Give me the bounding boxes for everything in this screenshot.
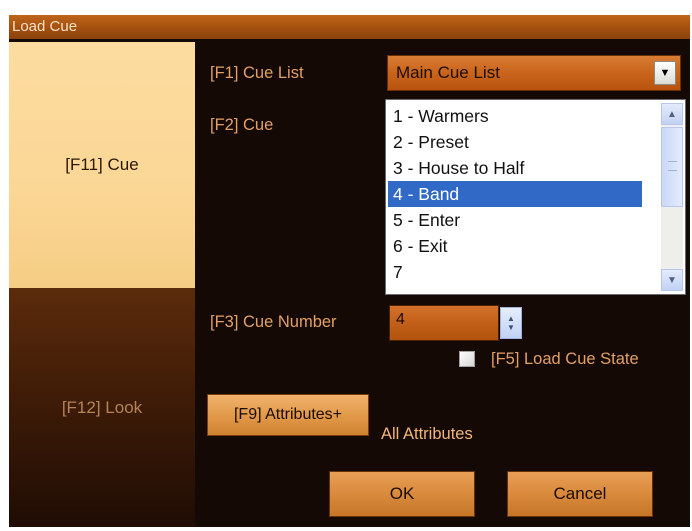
attributes-button[interactable]: [F9] Attributes+ <box>207 394 369 436</box>
cue-number-value: 4 <box>396 311 405 328</box>
tab-look-label: [F12] Look <box>61 397 143 417</box>
cue-list-items: 1 - Warmers 2 - Preset 3 - House to Half 4 … <box>388 103 642 285</box>
cue-number-input[interactable]: 4 <box>389 305 499 341</box>
cancel-button[interactable]: Cancel <box>507 471 653 517</box>
load-cue-state-checkbox[interactable] <box>459 351 475 367</box>
window-title: Load Cue <box>12 18 78 35</box>
spin-up-icon[interactable]: ▲ <box>507 314 515 323</box>
attributes-value: All Attributes <box>381 425 473 443</box>
scroll-thumb[interactable] <box>661 127 683 207</box>
ok-button-label: OK <box>389 484 415 503</box>
list-item[interactable]: 6 - Exit <box>388 233 642 259</box>
scroll-up-icon[interactable]: ▲ <box>661 103 683 125</box>
tab-cue[interactable]: [F11] Cue <box>9 42 195 288</box>
spin-up-down-icon[interactable]: ▲ ▼ <box>500 307 522 339</box>
list-item[interactable]: 3 - House to Half <box>388 155 642 181</box>
cue-list-label: [F1] Cue List <box>210 64 304 82</box>
scroll-down-icon[interactable]: ▼ <box>661 269 683 291</box>
list-item[interactable]: 4 - Band <box>388 181 642 207</box>
cue-list-scrollbar[interactable]: ▲ ▼ <box>661 103 683 291</box>
cue-label: [F2] Cue <box>210 116 274 134</box>
cancel-button-label: Cancel <box>553 484 607 503</box>
tab-look[interactable]: [F12] Look <box>9 288 195 527</box>
load-cue-state-label: [F5] Load Cue State <box>491 350 639 368</box>
cue-list-dropdown[interactable]: Main Cue List ▼ <box>387 55 681 91</box>
list-item[interactable]: 1 - Warmers <box>388 103 642 129</box>
tab-cue-label: [F11] Cue <box>65 155 139 174</box>
cue-list-value: Main Cue List <box>396 63 500 82</box>
list-item[interactable]: 5 - Enter <box>388 207 642 233</box>
chevron-down-icon[interactable]: ▼ <box>654 61 676 85</box>
spin-down-icon[interactable]: ▼ <box>507 323 515 332</box>
attributes-button-label: [F9] Attributes+ <box>233 406 343 423</box>
list-item[interactable]: 7 <box>388 259 642 285</box>
list-item[interactable]: 2 - Preset <box>388 129 642 155</box>
load-cue-dialog: Load Cue [F11] Cue [F12] Look [F1] Cue L… <box>9 15 690 527</box>
cue-number-label: [F3] Cue Number <box>210 313 337 331</box>
ok-button[interactable]: OK <box>329 471 475 517</box>
cue-listbox[interactable]: 1 - Warmers 2 - Preset 3 - House to Half 4 … <box>385 99 686 295</box>
title-bar[interactable]: Load Cue <box>9 15 690 39</box>
